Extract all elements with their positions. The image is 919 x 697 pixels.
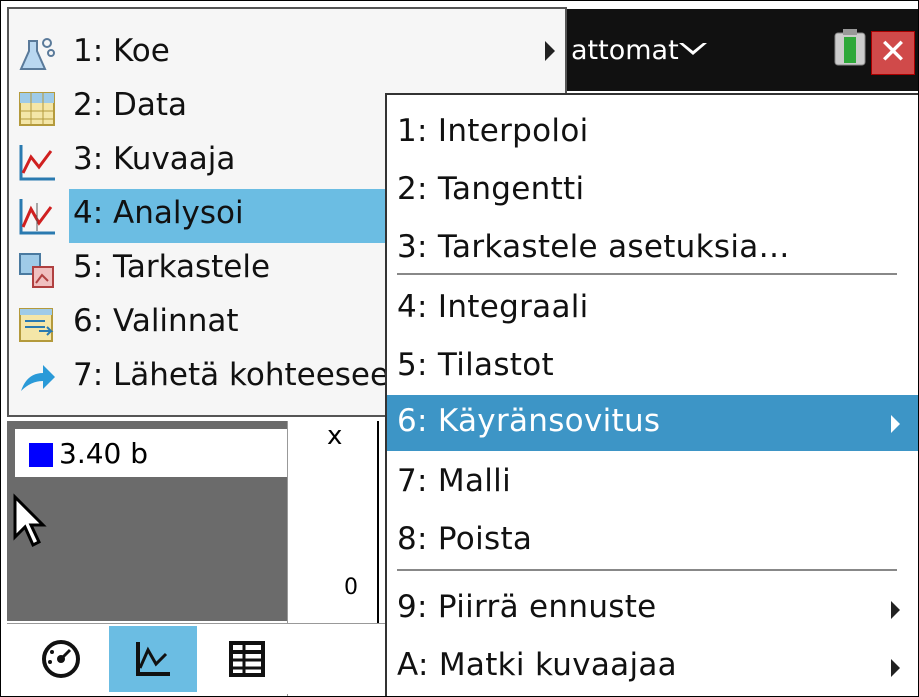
graph-tab[interactable]: [109, 626, 197, 692]
submenu-item-label: 3: Tarkastele asetuksia…: [397, 229, 790, 265]
submenu-item-integraali[interactable]: 4: Integraali: [387, 281, 918, 337]
close-icon[interactable]: ✕: [871, 31, 915, 75]
view-icon: [19, 253, 54, 288]
line-graph-icon: [19, 145, 55, 181]
flask-icon: [19, 38, 55, 70]
submenu-item-interpoloi[interactable]: 1: Interpoloi: [387, 105, 918, 161]
meter-tab[interactable]: [17, 626, 105, 692]
menu-item-label: 3: Kuvaaja: [73, 141, 236, 177]
submenu-item-label: 2: Tangentti: [397, 171, 585, 207]
submenu-arrow-icon: [891, 415, 900, 433]
submenu-arrow-icon: [545, 41, 555, 61]
menu-item-label: 7: Lähetä kohteeseen: [73, 357, 409, 393]
title-bar: attomat ✕: [541, 9, 918, 91]
menu-item-koe[interactable]: 1: Koe: [9, 27, 565, 81]
menu-item-label: 6: Valinnat: [73, 303, 239, 339]
data-table-icon: [19, 92, 55, 126]
menu-separator: [397, 273, 897, 275]
submenu-arrow-icon: [891, 659, 900, 677]
table-tab[interactable]: [203, 626, 291, 692]
submenu-item-label: 5: Tilastot: [397, 347, 554, 383]
battery-icon: [834, 29, 866, 66]
menu-item-label: 2: Data: [73, 87, 188, 123]
app-window: attomat ✕ 3.40 b x 0 1: Koe 2: Data 3: K…: [0, 0, 919, 697]
submenu-item-label: 1: Interpoloi: [397, 113, 589, 149]
submenu-item-label: 8: Poista: [397, 521, 533, 557]
submenu-item-label: A: Matki kuvaajaa: [397, 647, 677, 683]
legend[interactable]: 3.40 b: [15, 429, 287, 477]
submenu-item-label: 4: Integraali: [397, 289, 589, 325]
menu-separator: [397, 569, 897, 571]
submenu-item-label: 6: Käyränsovitus: [397, 403, 661, 439]
dropdown-arrow-icon[interactable]: [679, 43, 707, 55]
analyze-icon: [19, 199, 55, 235]
send-arrow-icon: [21, 365, 55, 391]
series-swatch: [29, 443, 53, 467]
submenu-item-matki-kuvaajaa[interactable]: A: Matki kuvaajaa: [387, 639, 918, 695]
table-icon: [229, 641, 265, 677]
submenu-item-piirra-ennuste[interactable]: 9: Piirrä ennuste: [387, 581, 918, 637]
graph-icon: [136, 642, 170, 676]
mouse-pointer-icon: [13, 493, 47, 548]
data-panel: 3.40 b: [7, 421, 287, 621]
submenu-arrow-icon: [891, 601, 900, 619]
submenu-item-tarkastele-asetuksia[interactable]: 3: Tarkastele asetuksia…: [387, 221, 918, 277]
graph-axis-label: x: [327, 421, 343, 451]
submenu-item-kayransovitus[interactable]: 6: Käyränsovitus: [387, 395, 918, 451]
legend-value: 3.40 b: [59, 437, 149, 470]
submenu-item-tangentti[interactable]: 2: Tangentti: [387, 163, 918, 219]
options-icon: [19, 308, 54, 342]
submenu-item-label: 9: Piirrä ennuste: [397, 589, 657, 625]
analysoi-submenu: 1: Interpoloi 2: Tangentti 3: Tarkastele…: [385, 93, 918, 696]
view-tabs: [7, 623, 391, 694]
app-title[interactable]: attomat: [571, 35, 679, 66]
submenu-item-malli[interactable]: 7: Malli: [387, 455, 918, 511]
gauge-icon: [42, 640, 80, 678]
submenu-item-tilastot[interactable]: 5: Tilastot: [387, 339, 918, 395]
submenu-item-poista[interactable]: 8: Poista: [387, 513, 918, 569]
submenu-item-label: 7: Malli: [397, 463, 512, 499]
menu-item-label: 5: Tarkastele: [73, 249, 271, 285]
graph-zero-label: 0: [344, 575, 358, 600]
menu-item-label: 1: Koe: [73, 33, 170, 69]
menu-item-label: 4: Analysoi: [73, 195, 244, 231]
